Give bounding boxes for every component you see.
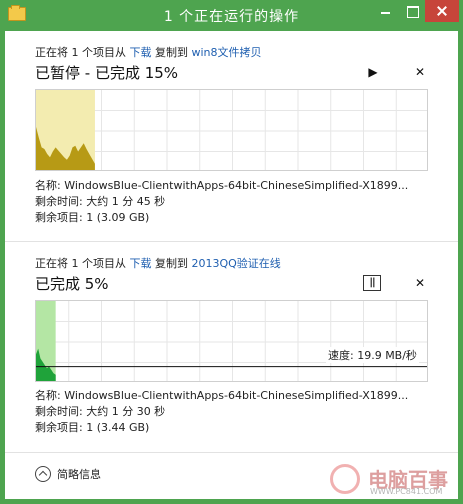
operation-2-source-link[interactable]: 下载 — [130, 257, 152, 270]
operation-2-status: 已完成 5% — [35, 275, 109, 293]
operation-1-header: 正在将 1 个项目从 下载 复制到 win8文件拷贝 — [35, 44, 262, 60]
less-details-toggle[interactable]: 简略信息 — [35, 466, 101, 482]
watermark-text: 电脑百事网 — [368, 468, 448, 504]
operation-1-mid: 复制到 — [151, 46, 192, 59]
operation-2-prefix: 正在将 1 个项目从 — [35, 257, 130, 270]
cancel-operation-2-button[interactable]: ✕ — [411, 275, 429, 291]
maximize-button[interactable] — [399, 0, 425, 22]
operation-2-name: 名称: WindowsBlue-ClientwithApps-64bit-Chi… — [35, 389, 409, 402]
watermark-circle-icon — [330, 464, 360, 494]
operation-2-destination-link[interactable]: 2013QQ验证在线 — [192, 257, 281, 270]
operation-2-speed-graph: 速度: 19.9 MB/秒 — [35, 300, 428, 382]
resume-button[interactable]: ▶ — [364, 64, 382, 80]
less-details-label: 简略信息 — [57, 468, 101, 481]
operation-1-items-remaining: 剩余项目: 1 (3.09 GB) — [35, 211, 150, 224]
operation-1-name: 名称: WindowsBlue-ClientwithApps-64bit-Chi… — [35, 179, 409, 192]
operation-1-status: 已暂停 - 已完成 15% — [35, 64, 179, 82]
operation-2-header: 正在将 1 个项目从 下载 复制到 2013QQ验证在线 — [35, 255, 281, 271]
operation-2-mid: 复制到 — [151, 257, 192, 270]
title-bar: 1 个正在运行的操作 — [0, 0, 463, 31]
operation-2-time-remaining: 剩余时间: 大约 1 分 30 秒 — [35, 405, 166, 418]
watermark-logo: 电脑百事网 WWW.PC841.COM — [330, 462, 455, 504]
operation-1-time-remaining: 剩余时间: 大约 1 分 45 秒 — [35, 195, 166, 208]
close-window-button[interactable] — [425, 0, 459, 22]
pause-button[interactable]: || — [363, 275, 381, 291]
chevron-up-icon — [35, 466, 51, 482]
cancel-operation-1-button[interactable]: ✕ — [411, 64, 429, 80]
footer-divider — [5, 452, 458, 453]
speed-readout: 速度: 19.9 MB/秒 — [326, 347, 419, 363]
minimize-button[interactable] — [373, 0, 399, 22]
operation-1-prefix: 正在将 1 个项目从 — [35, 46, 130, 59]
watermark-subtext: WWW.PC841.COM — [370, 487, 443, 496]
operation-1-speed-graph — [35, 89, 428, 171]
operation-1-source-link[interactable]: 下载 — [130, 46, 152, 59]
operation-divider — [5, 241, 458, 242]
operation-1-destination-link[interactable]: win8文件拷贝 — [192, 46, 262, 59]
operation-2-items-remaining: 剩余项目: 1 (3.44 GB) — [35, 421, 150, 434]
